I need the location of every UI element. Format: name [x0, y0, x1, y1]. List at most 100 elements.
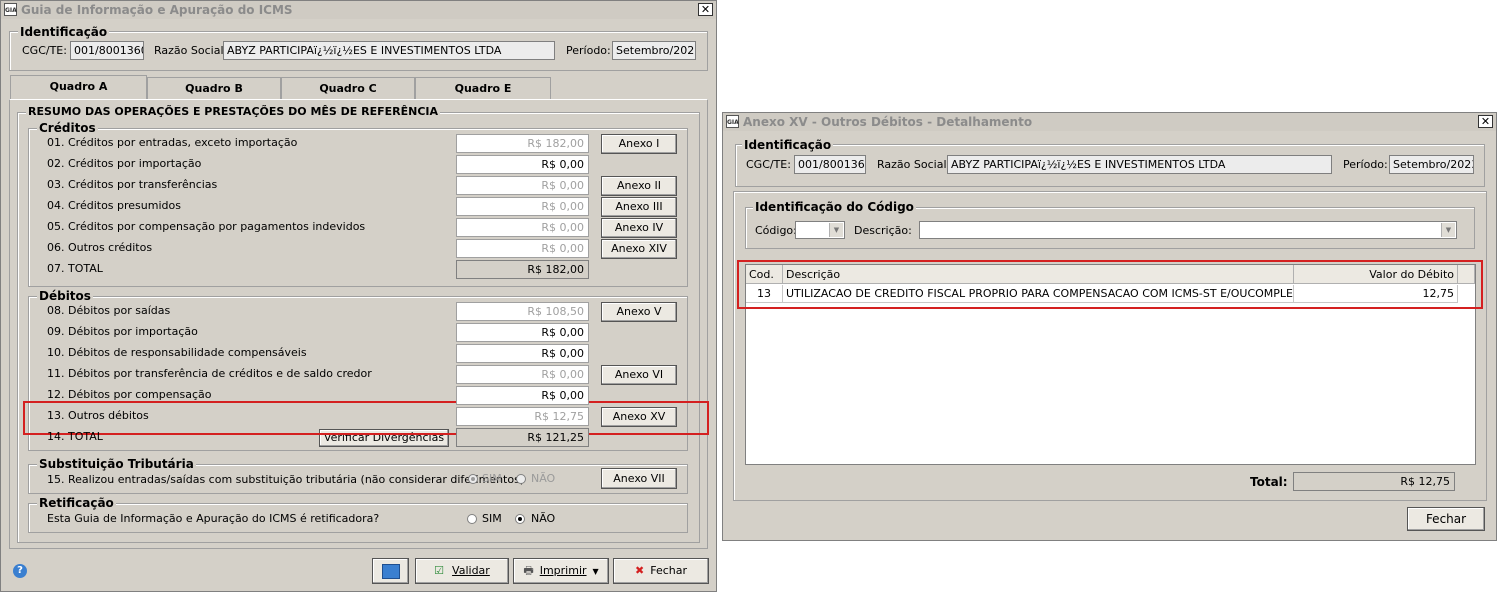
fechar-label: Fechar [650, 564, 687, 577]
value-field[interactable]: R$ 0,00 [456, 344, 589, 363]
value-field[interactable]: R$ 0,00 [456, 386, 589, 405]
validar-label: Validar [452, 564, 490, 577]
row-label: 01. Créditos por entradas, exceto import… [47, 136, 298, 149]
resumo-legend: RESUMO DAS OPERAÇÕES E PRESTAÇÕES DO MÊS… [26, 105, 441, 119]
anexo-xv-window: GIA Anexo XV - Outros Débitos - Detalham… [722, 112, 1497, 541]
retif-sim-radio[interactable] [467, 514, 477, 524]
periodo-label: Período: [566, 44, 611, 57]
row-label: 04. Créditos presumidos [47, 199, 181, 212]
total-label: Total: [1250, 475, 1288, 489]
creditos-legend: Créditos [37, 121, 98, 135]
retif-nao-radio[interactable] [515, 514, 525, 524]
value-field[interactable]: R$ 0,00 [456, 197, 589, 216]
razao-social-label: Razão Social: [154, 44, 228, 57]
row-label: 09. Débitos por importação [47, 325, 198, 338]
periodo-label: Período: [1343, 158, 1388, 171]
value-field[interactable]: R$ 0,00 [456, 176, 589, 195]
imprimir-label: Imprimir [539, 564, 587, 577]
anexo-button[interactable]: Anexo IV [601, 218, 677, 238]
st-question: 15. Realizou entradas/saídas com substit… [47, 473, 525, 486]
retif-nao-label: NÃO [531, 512, 556, 525]
anexo-button[interactable]: Anexo VI [601, 365, 677, 385]
row-label: 06. Outros créditos [47, 241, 153, 254]
razao-social-field: ABYZ PARTICIPAï¿½ï¿½ES E INVESTIMENTOS L… [223, 41, 555, 60]
calculator-button[interactable] [372, 558, 409, 584]
razao-social-field: ABYZ PARTICIPAï¿½ï¿½ES E INVESTIMENTOS L… [947, 155, 1332, 174]
value-field[interactable]: R$ 0,00 [456, 218, 589, 237]
row-label: 07. TOTAL [47, 262, 103, 275]
chevron-down-icon: ▼ [1441, 223, 1455, 237]
close-button[interactable]: ✕ [698, 3, 713, 16]
app-icon: GIA [4, 3, 17, 16]
row-label: 13. Outros débitos [47, 409, 149, 422]
fechar-button[interactable]: ✖ Fechar [613, 558, 709, 584]
value-field[interactable]: R$ 108,50 [456, 302, 589, 321]
st-nao-label: NÃO [531, 472, 556, 485]
anexo-button[interactable]: Anexo I [601, 134, 677, 154]
tab-quadro-e[interactable]: Quadro E [415, 77, 551, 99]
value-field[interactable]: R$ 182,00 [456, 134, 589, 153]
total-field: R$ 12,75 [1293, 472, 1455, 491]
fechar-button[interactable]: Fechar [1407, 507, 1485, 531]
value-field[interactable]: R$ 0,00 [456, 155, 589, 174]
codigo-select[interactable]: ▼ [795, 221, 845, 239]
red-x-icon: ✖ [635, 564, 645, 577]
razao-social-label: Razão Social: [877, 158, 951, 171]
value-field[interactable]: R$ 0,00 [456, 239, 589, 258]
st-sim-label: SIM [482, 472, 502, 485]
periodo-field: Setembro/2023 [612, 41, 696, 60]
row-label: 08. Débitos por saídas [47, 304, 171, 317]
identificacao-codigo-legend: Identificação do Código [753, 200, 916, 214]
title-bar[interactable]: GIA Guia de Informação e Apuração do ICM… [1, 1, 716, 19]
identificacao-legend: Identificação [742, 138, 834, 152]
chevron-down-icon: ▼ [829, 223, 843, 237]
retificacao-legend: Retificação [37, 496, 116, 510]
tab-quadro-b[interactable]: Quadro B [147, 77, 281, 99]
descricao-label: Descrição: [854, 224, 912, 237]
identificacao-legend: Identificação [18, 25, 110, 39]
descricao-select[interactable]: ▼ [919, 221, 1457, 239]
anexo-button[interactable]: Anexo V [601, 302, 677, 322]
st-sim-radio[interactable] [468, 474, 478, 484]
close-button[interactable]: ✕ [1478, 115, 1493, 128]
help-glyph: ? [17, 565, 23, 576]
imprimir-button[interactable]: 🖶 Imprimir ▼ [513, 558, 609, 584]
printer-icon: 🖶 [523, 564, 534, 577]
title-bar[interactable]: GIA Anexo XV - Outros Débitos - Detalham… [723, 113, 1496, 131]
retif-question: Esta Guia de Informação e Apuração do IC… [47, 512, 380, 525]
window-title: Anexo XV - Outros Débitos - Detalhamento [743, 115, 1033, 129]
anexo-vii-button[interactable]: Anexo VII [601, 468, 677, 489]
value-field[interactable]: R$ 0,00 [456, 323, 589, 342]
help-icon[interactable]: ? [13, 564, 27, 578]
calculator-icon [381, 564, 400, 579]
highlight-grid-row [737, 260, 1483, 309]
anexo-button[interactable]: Anexo II [601, 176, 677, 196]
cgc-label: CGC/TE: [22, 44, 67, 57]
substituicao-tributaria-legend: Substituição Tributária [37, 457, 196, 471]
dropdown-arrow-icon: ▼ [592, 567, 599, 576]
anexo-button[interactable]: Anexo XV [601, 407, 677, 427]
retif-sim-label: SIM [482, 512, 502, 525]
anexo-button[interactable]: Anexo III [601, 197, 677, 217]
cgc-field: 001/8001360 [70, 41, 144, 60]
app-icon: GIA [726, 115, 739, 128]
total-value: R$ 182,00 [456, 260, 589, 279]
tab-quadro-c[interactable]: Quadro C [281, 77, 415, 99]
guia-window: GIA Guia de Informação e Apuração do ICM… [0, 0, 717, 592]
tab-quadro-a[interactable]: Quadro A [10, 75, 147, 100]
periodo-field: Setembro/2023 [1389, 155, 1474, 174]
debitos-legend: Débitos [37, 289, 93, 303]
row-label: 05. Créditos por compensação por pagamen… [47, 220, 366, 233]
cgc-label: CGC/TE: [746, 158, 791, 171]
row-label: 03. Créditos por transferências [47, 178, 218, 191]
checklist-icon: ☑ [434, 564, 445, 577]
row-label: 12. Débitos por compensação [47, 388, 212, 401]
st-nao-radio[interactable] [516, 474, 526, 484]
validar-button[interactable]: ☑ Validar [415, 558, 509, 584]
value-field[interactable]: R$ 0,00 [456, 365, 589, 384]
cgc-field: 001/8001360 [794, 155, 866, 174]
anexo-button[interactable]: Anexo XIV [601, 239, 677, 259]
window-title: Guia de Informação e Apuração do ICMS [21, 3, 293, 17]
value-field[interactable]: R$ 12,75 [456, 407, 589, 426]
row-label: 11. Débitos por transferência de crédito… [47, 367, 372, 380]
